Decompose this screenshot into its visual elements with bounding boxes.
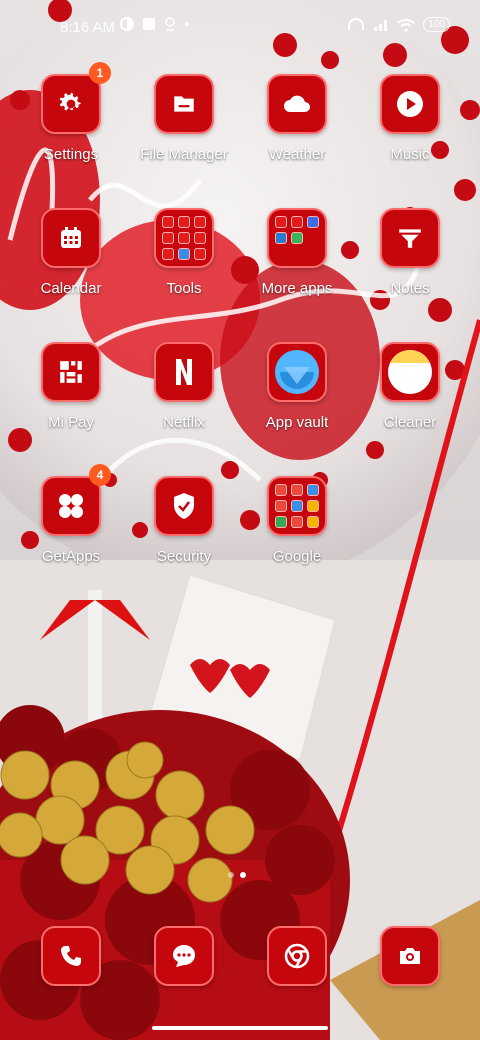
app-label: GetApps: [41, 548, 101, 565]
folder-icon: [174, 96, 194, 112]
notification-badge: 4: [89, 464, 111, 486]
app-label: App vault: [265, 414, 329, 431]
app-label: Music: [390, 146, 430, 163]
headset-icon: [348, 17, 365, 30]
signal-icon: [374, 19, 388, 31]
battery-indicator: 100: [423, 17, 450, 32]
square-icon: [143, 18, 155, 30]
cloud-icon: [284, 95, 310, 112]
folder-tools[interactable]: Tools: [129, 208, 239, 297]
app-netflix[interactable]: Netflix: [129, 342, 239, 431]
dock-phone[interactable]: [16, 926, 126, 986]
app-notes[interactable]: Notes: [355, 208, 465, 297]
folder-grid-icon: [275, 484, 319, 528]
app-calendar[interactable]: Calendar: [16, 208, 126, 297]
app-file-manager[interactable]: File Manager: [129, 74, 239, 163]
app-label: Calendar: [40, 280, 102, 297]
app-label: Notes: [390, 280, 430, 297]
location-icon: [165, 17, 175, 31]
app-music[interactable]: Music: [355, 74, 465, 163]
notification-badge: 1: [89, 62, 111, 84]
four-dots-icon: [59, 494, 83, 518]
app-app-vault[interactable]: App vault: [242, 342, 352, 431]
app-label: File Manager: [140, 146, 228, 163]
dock-chrome[interactable]: [242, 926, 352, 986]
folder-grid-icon: [162, 216, 206, 260]
page-dot-active: [240, 872, 246, 878]
chat-icon: [173, 945, 195, 967]
funnel-icon: [399, 229, 421, 248]
app-cleaner[interactable]: Cleaner: [355, 342, 465, 431]
gear-icon: [59, 92, 81, 111]
folder-grid-icon: [275, 216, 319, 260]
app-label: Netflix: [163, 414, 205, 431]
dock-camera[interactable]: [355, 926, 465, 986]
page-dot: [228, 872, 234, 878]
shield-check-icon: [174, 493, 194, 519]
folder-google[interactable]: Google: [242, 476, 352, 565]
app-weather[interactable]: Weather: [242, 74, 352, 163]
app-label: Security: [156, 548, 212, 565]
cleaner-icon: [388, 350, 432, 394]
app-mi-pay[interactable]: Mi Pay: [16, 342, 126, 431]
netflix-icon: [176, 359, 192, 385]
play-icon: [397, 91, 423, 117]
camera-icon: [400, 948, 420, 964]
app-label: Cleaner: [383, 414, 437, 431]
app-label: Mi Pay: [48, 414, 94, 431]
dock-messages[interactable]: [129, 926, 239, 986]
folder-more-apps[interactable]: More apps: [242, 208, 352, 297]
status-time: 8:16 AM: [60, 19, 116, 36]
gesture-navigation-bar[interactable]: [152, 1026, 328, 1030]
chrome-icon: [284, 943, 310, 969]
app-settings[interactable]: 1 Settings: [16, 62, 126, 163]
phone-icon: [61, 946, 81, 966]
app-label: More apps: [261, 280, 333, 297]
appvault-icon: [275, 350, 319, 394]
wifi-icon: [397, 18, 415, 32]
app-label: Settings: [43, 146, 99, 163]
app-label: Google: [272, 548, 322, 565]
status-bar: 8:16 AM 100: [0, 0, 480, 56]
app-label: Weather: [268, 146, 326, 163]
page-indicator: [228, 872, 246, 878]
calendar-icon: [61, 227, 81, 248]
app-getapps[interactable]: 4 GetApps: [16, 464, 126, 565]
app-security[interactable]: Security: [129, 476, 239, 565]
mipay-icon: [60, 361, 82, 383]
dot-icon: [185, 22, 189, 26]
moon-icon: [120, 17, 134, 31]
app-label: Tools: [166, 280, 202, 297]
